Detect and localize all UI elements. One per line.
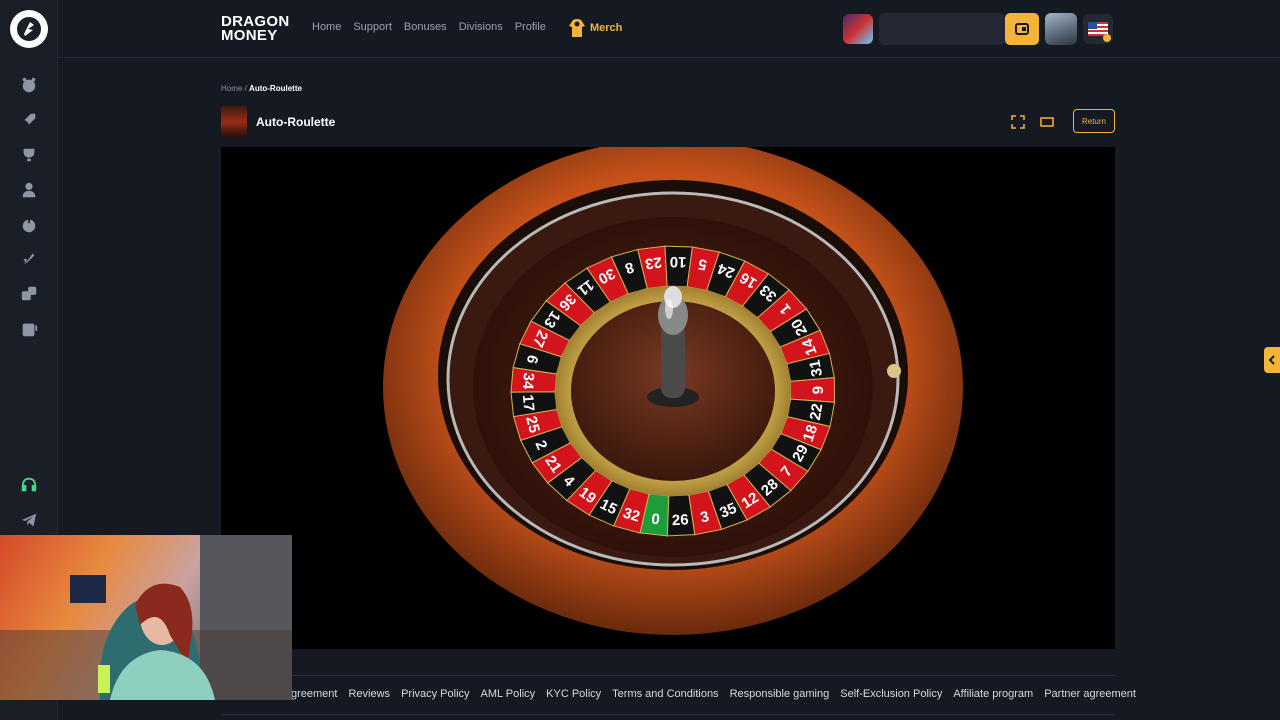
game-header: Auto-Roulette Return	[221, 106, 1115, 138]
footer-link[interactable]: KYC Policy	[546, 688, 601, 700]
language-selector[interactable]	[1083, 14, 1113, 44]
wallet-icon	[1015, 23, 1029, 35]
footer-link[interactable]: Self-Exclusion Policy	[840, 688, 942, 700]
footer-link[interactable]: Partner agreement	[1044, 688, 1136, 700]
rank-avatar[interactable]	[843, 14, 873, 44]
fullscreen-icon[interactable]	[1011, 115, 1025, 129]
top-header: DRAGON MONEY Home Support Bonuses Divisi…	[58, 0, 1280, 58]
user-icon[interactable]	[19, 180, 39, 200]
footer-link[interactable]: Responsible gaming	[730, 688, 830, 700]
balance-display[interactable]	[879, 13, 1005, 45]
brand-logo[interactable]: DRAGON MONEY	[221, 14, 289, 44]
theater-mode-icon[interactable]	[1040, 115, 1054, 129]
game-title: Auto-Roulette	[256, 115, 336, 129]
footer-link[interactable]: Affiliate program	[953, 688, 1033, 700]
footer-links: greement Reviews Privacy Policy AML Poli…	[291, 688, 1136, 700]
trophy-icon[interactable]	[19, 145, 39, 165]
nav-home[interactable]: Home	[312, 21, 341, 33]
game-iframe[interactable]: 0 32 15 19 4 21 2 25 17 34 6 27 13 36 11 30 8 23 10 5 24 16 33…	[221, 147, 1115, 649]
main-nav: Home Support Bonuses Divisions Profile	[312, 21, 546, 33]
crash-rocket-icon[interactable]	[19, 249, 39, 269]
wallet-button[interactable]	[1005, 13, 1039, 45]
footer-link[interactable]: Privacy Policy	[401, 688, 469, 700]
footer-divider-bottom	[221, 714, 1115, 715]
pocket-number: 31	[806, 358, 826, 377]
settings-badge-icon	[1103, 34, 1111, 42]
hoodie-icon	[569, 19, 585, 37]
pocket-number: 26	[671, 511, 689, 529]
chevron-left-icon	[1268, 355, 1275, 365]
user-avatar[interactable]	[1045, 13, 1077, 45]
nav-divisions[interactable]: Divisions	[459, 21, 503, 33]
telegram-icon[interactable]	[19, 510, 39, 530]
streamer-camera-image	[0, 535, 292, 700]
slot-machine-icon[interactable]	[19, 319, 39, 339]
smile-icon[interactable]	[19, 75, 39, 95]
coin-icon[interactable]	[19, 215, 39, 235]
dice-icon[interactable]	[19, 284, 39, 304]
webcam-overlay	[0, 535, 292, 700]
roulette-ball	[887, 364, 901, 378]
support-headset-icon[interactable]	[19, 475, 39, 495]
pocket-number: 17	[519, 394, 537, 412]
breadcrumb-home[interactable]: Home	[221, 84, 242, 93]
nav-profile[interactable]: Profile	[515, 21, 546, 33]
breadcrumb-separator: /	[244, 84, 247, 93]
pocket-number: 22	[807, 402, 826, 421]
side-panel-toggle[interactable]	[1264, 347, 1280, 373]
pocket-number: 23	[644, 253, 663, 272]
breadcrumb: Home / Auto-Roulette	[221, 84, 302, 93]
pocket-number: 34	[519, 372, 537, 391]
header-user-area	[843, 13, 1113, 45]
footer-link[interactable]: Terms and Conditions	[612, 688, 718, 700]
pocket-number: 9	[810, 386, 827, 394]
footer-divider-top	[221, 675, 1115, 676]
breadcrumb-current: Auto-Roulette	[249, 84, 302, 93]
nav-merch[interactable]: Merch	[568, 18, 622, 38]
game-thumbnail	[221, 106, 247, 138]
merch-label: Merch	[590, 22, 623, 34]
rocket-icon[interactable]	[19, 110, 39, 130]
dragon-logo-icon[interactable]	[10, 10, 48, 48]
footer-link[interactable]: greement	[291, 688, 337, 700]
footer-link[interactable]: Reviews	[348, 688, 390, 700]
brand-line-2: MONEY	[221, 27, 278, 44]
pocket-number: 10	[669, 253, 686, 271]
return-button[interactable]: Return	[1073, 109, 1115, 133]
nav-support[interactable]: Support	[353, 21, 392, 33]
roulette-wheel: 0321519421225173462713361130 8 23 10 5 24 1633…	[383, 147, 963, 635]
nav-bonuses[interactable]: Bonuses	[404, 21, 447, 33]
footer-link[interactable]: AML Policy	[481, 688, 536, 700]
